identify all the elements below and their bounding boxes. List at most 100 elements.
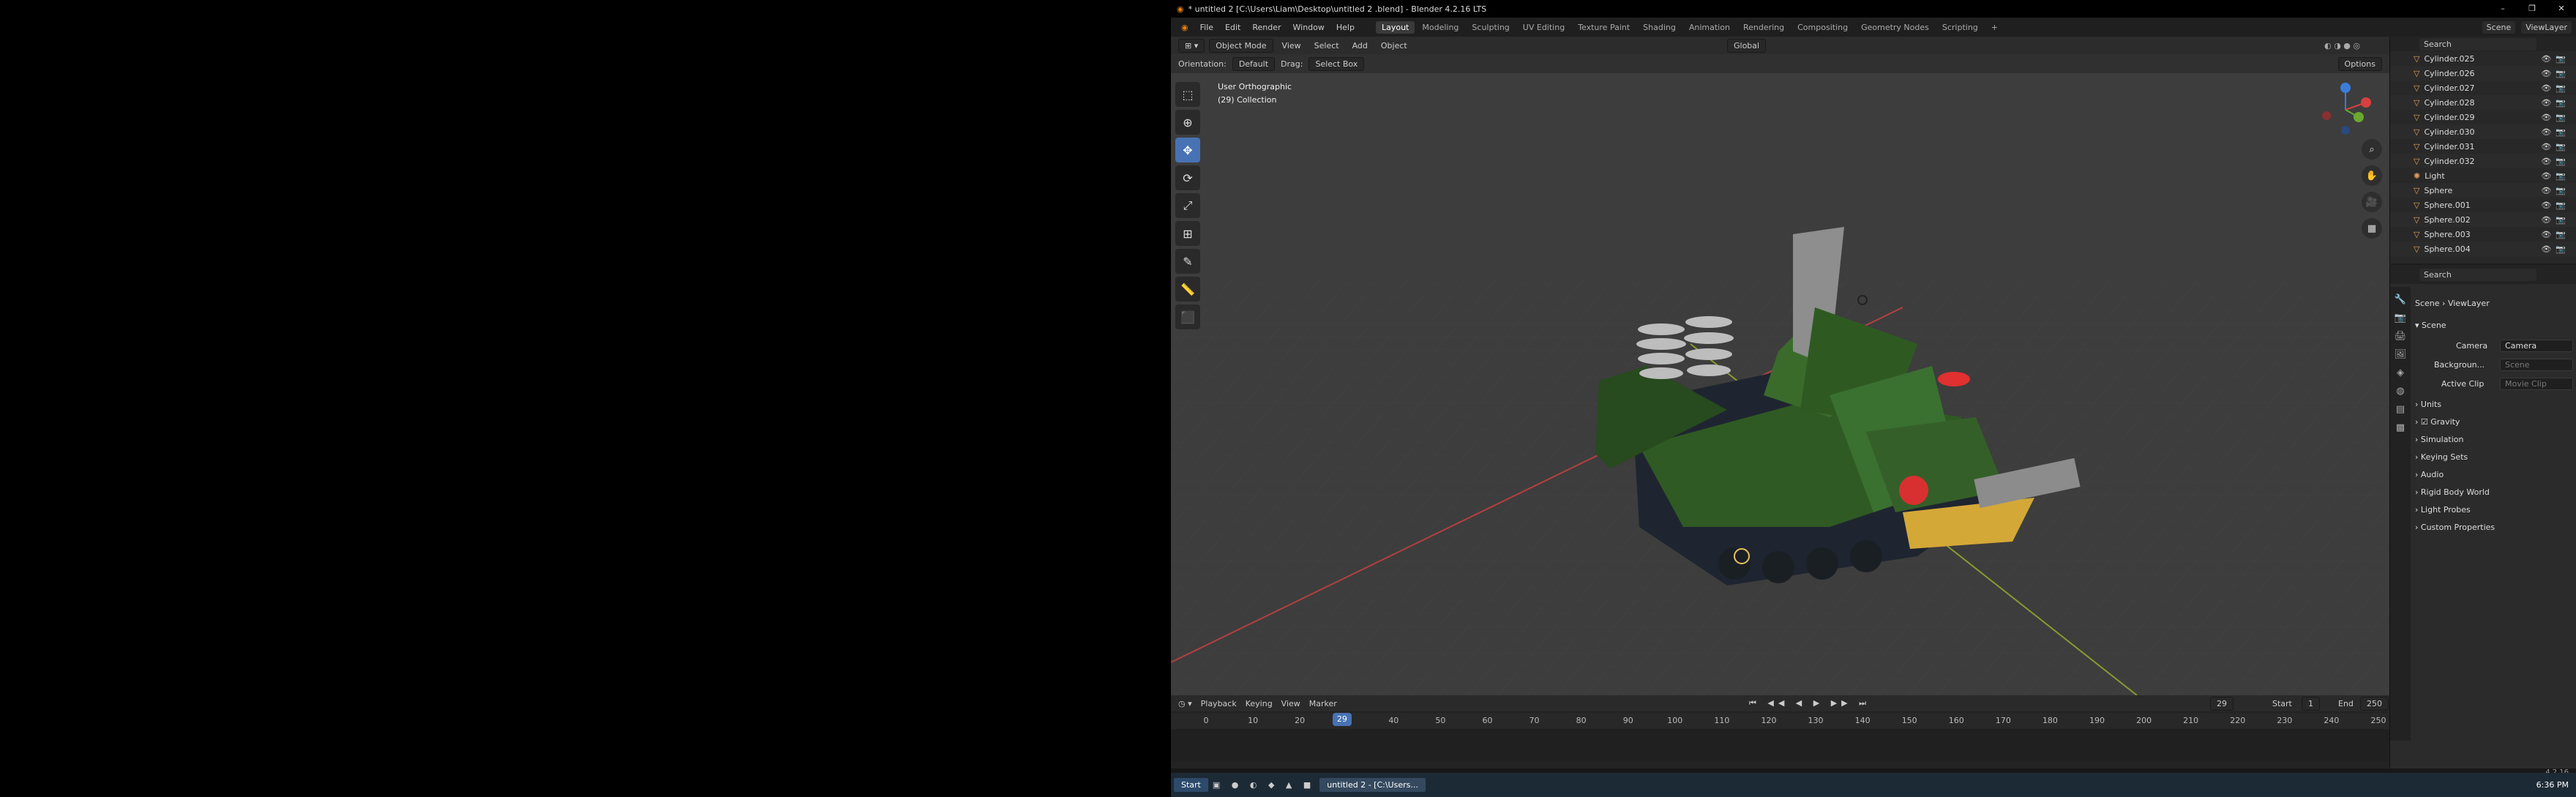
visibility-toggle-icon[interactable]: 👁📷: [2541, 186, 2570, 195]
scene-selector[interactable]: Scene: [2482, 20, 2516, 34]
minimize-button[interactable]: –: [2488, 0, 2517, 18]
texture-tab-icon[interactable]: ▩: [2396, 422, 2405, 433]
outliner-item[interactable]: ▽ Cylinder.029 👁📷: [2390, 110, 2576, 124]
menu-playback[interactable]: Playback: [1201, 699, 1237, 708]
drag-dropdown[interactable]: Select Box: [1308, 56, 1365, 71]
outliner-item[interactable]: ▽ Cylinder.028 👁📷: [2390, 95, 2576, 110]
camera-field[interactable]: Camera: [2500, 340, 2573, 352]
ortho-grid-icon[interactable]: ▦: [2362, 218, 2382, 239]
cursor-tool-icon[interactable]: ⊕: [1175, 110, 1200, 135]
tab-uv-editing[interactable]: UV Editing: [1517, 21, 1570, 34]
tab-scripting[interactable]: Scripting: [1936, 21, 1984, 34]
start-frame-field[interactable]: 1: [2302, 696, 2320, 711]
visibility-toggle-icon[interactable]: 👁📷: [2541, 215, 2570, 225]
transform-tool-icon[interactable]: ⊞: [1175, 221, 1200, 246]
scene-tab-icon[interactable]: ◈: [2397, 367, 2404, 378]
tab-modeling[interactable]: Modeling: [1416, 21, 1464, 34]
maximize-button[interactable]: ❐: [2517, 0, 2547, 18]
visibility-toggle-icon[interactable]: 👁📷: [2541, 83, 2570, 93]
panel-units[interactable]: › Units: [2415, 400, 2441, 409]
outliner-item[interactable]: ▽ Cylinder.031 👁📷: [2390, 139, 2576, 154]
measure-tool-icon[interactable]: 📏: [1175, 277, 1200, 302]
visibility-toggle-icon[interactable]: 👁📷: [2541, 171, 2570, 181]
taskbar-app-icons[interactable]: ▣ ● ◐ ◆ ▲ ■: [1213, 780, 1315, 790]
properties-search[interactable]: Search: [2419, 268, 2536, 281]
transform-orientation-dropdown[interactable]: Global: [1727, 38, 1767, 53]
menu-object[interactable]: Object: [1377, 40, 1412, 52]
start-button[interactable]: Start: [1174, 778, 1208, 792]
background-field[interactable]: Scene: [2500, 359, 2573, 371]
visibility-toggle-icon[interactable]: 👁📷: [2541, 69, 2570, 78]
playback-controls[interactable]: ⏮ ◀◀ ◀ ▶ ▶▶ ⏭: [1749, 698, 1871, 708]
panel-light-probes[interactable]: › Light Probes: [2415, 505, 2471, 515]
3d-scene[interactable]: [1171, 73, 2389, 695]
menu-keying[interactable]: Keying: [1246, 699, 1273, 708]
tab-compositing[interactable]: Compositing: [1791, 21, 1854, 34]
scene-section-header[interactable]: ▾ Scene: [2415, 321, 2446, 330]
viewport-shading-icons[interactable]: ◐ ◑ ● ◎: [2324, 41, 2360, 50]
editor-type-dropdown[interactable]: ⊞ ▾: [1178, 38, 1205, 53]
timeline-ruler[interactable]: 0102030405060708090100110120130140150160…: [1171, 713, 2389, 729]
render-tab-icon[interactable]: 📷: [2395, 313, 2406, 323]
visibility-toggle-icon[interactable]: 👁📷: [2541, 244, 2570, 254]
orientation-dropdown[interactable]: Default: [1232, 56, 1276, 71]
visibility-toggle-icon[interactable]: 👁📷: [2541, 127, 2570, 137]
close-button[interactable]: ✕: [2547, 0, 2576, 18]
visibility-toggle-icon[interactable]: 👁📷: [2541, 113, 2570, 122]
annotate-tool-icon[interactable]: ✎: [1175, 249, 1200, 274]
blender-menu-icon[interactable]: ◉: [1175, 23, 1194, 32]
outliner-item[interactable]: ▽ Cylinder.026 👁📷: [2390, 66, 2576, 81]
collection-tab-icon[interactable]: ▤: [2396, 404, 2405, 415]
tab-animation[interactable]: Animation: [1683, 21, 1736, 34]
panel-audio[interactable]: › Audio: [2415, 470, 2444, 479]
tab-sculpting[interactable]: Sculpting: [1466, 21, 1515, 34]
outliner-item[interactable]: ✺ Light 👁📷: [2390, 168, 2576, 183]
tab-texture-paint[interactable]: Texture Paint: [1572, 21, 1636, 34]
outliner-item[interactable]: ▽ Sphere.003 👁📷: [2390, 227, 2576, 242]
menu-window[interactable]: Window: [1287, 23, 1330, 32]
menu-marker[interactable]: Marker: [1309, 699, 1337, 708]
tab-layout[interactable]: Layout: [1375, 20, 1415, 34]
visibility-toggle-icon[interactable]: 👁📷: [2541, 98, 2570, 108]
3d-viewport[interactable]: ⊞ ▾ Object Mode View Select Add Object G…: [1171, 37, 2389, 695]
panel-keying-sets[interactable]: › Keying Sets: [2415, 452, 2468, 462]
scale-tool-icon[interactable]: ⤢: [1175, 193, 1200, 218]
camera-view-icon[interactable]: 🎥: [2362, 192, 2382, 212]
menu-file[interactable]: File: [1194, 23, 1219, 32]
outliner-item[interactable]: ▽ Sphere.004 👁📷: [2390, 242, 2576, 256]
add-cube-tool-icon[interactable]: ⬛: [1175, 304, 1200, 329]
select-tool-icon[interactable]: ⬚: [1175, 82, 1200, 107]
world-tab-icon[interactable]: ◍: [2396, 386, 2404, 397]
timeline-track[interactable]: [1171, 729, 2389, 761]
visibility-toggle-icon[interactable]: 👁📷: [2541, 230, 2570, 239]
add-workspace-button[interactable]: +: [1985, 21, 2004, 34]
visibility-toggle-icon[interactable]: 👁📷: [2541, 157, 2570, 166]
panel-rigid-body-world[interactable]: › Rigid Body World: [2415, 487, 2490, 497]
visibility-toggle-icon[interactable]: 👁📷: [2541, 142, 2570, 151]
pan-hand-icon[interactable]: ✋: [2362, 165, 2382, 186]
menu-timeline-view[interactable]: View: [1281, 699, 1300, 708]
rotate-tool-icon[interactable]: ⟳: [1175, 165, 1200, 190]
menu-view[interactable]: View: [1278, 40, 1306, 52]
outliner-item[interactable]: ▽ Cylinder.032 👁📷: [2390, 154, 2576, 168]
navigation-gizmo[interactable]: [2316, 81, 2375, 139]
menu-help[interactable]: Help: [1330, 23, 1360, 32]
outliner-item[interactable]: ▽ Cylinder.025 👁📷: [2390, 51, 2576, 66]
visibility-toggle-icon[interactable]: 👁📷: [2541, 54, 2570, 64]
panel-simulation[interactable]: › Simulation: [2415, 435, 2464, 444]
active-clip-field[interactable]: Movie Clip: [2500, 378, 2573, 390]
tool-tab-icon[interactable]: 🔧: [2395, 294, 2406, 305]
move-tool-icon[interactable]: ✥: [1175, 138, 1200, 162]
menu-select[interactable]: Select: [1310, 40, 1344, 52]
view-layer-tab-icon[interactable]: 🖼: [2395, 349, 2407, 360]
output-tab-icon[interactable]: 🖨: [2395, 331, 2407, 342]
current-frame-field[interactable]: 29: [2210, 696, 2234, 711]
tab-shading[interactable]: Shading: [1637, 21, 1682, 34]
object-mode-dropdown[interactable]: Object Mode: [1209, 38, 1273, 53]
panel-custom-properties[interactable]: › Custom Properties: [2415, 523, 2495, 532]
end-frame-field[interactable]: 250: [2360, 696, 2389, 711]
options-dropdown[interactable]: Options: [2337, 56, 2382, 71]
menu-add[interactable]: Add: [1348, 40, 1372, 52]
outliner-item[interactable]: ▽ Sphere.001 👁📷: [2390, 198, 2576, 212]
tab-geometry-nodes[interactable]: Geometry Nodes: [1855, 21, 1935, 34]
